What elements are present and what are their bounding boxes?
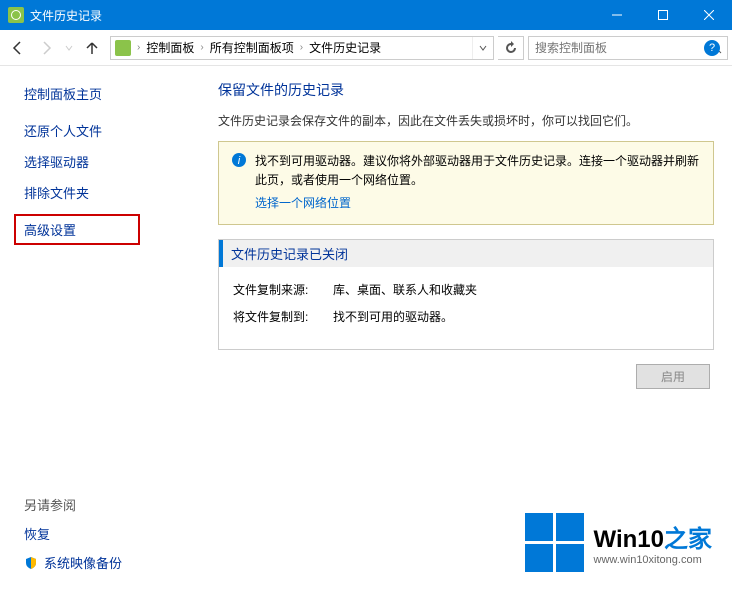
search-input[interactable] bbox=[529, 41, 703, 55]
minimize-button[interactable] bbox=[594, 0, 640, 30]
nav-forward-button[interactable] bbox=[32, 34, 60, 62]
status-box: 文件历史记录已关闭 文件复制来源: 库、桌面、联系人和收藏夹 将文件复制到: 找… bbox=[218, 239, 714, 350]
nav-recent-button[interactable] bbox=[60, 34, 78, 62]
breadcrumb-item[interactable]: 文件历史记录 bbox=[305, 39, 385, 56]
shield-icon bbox=[24, 556, 38, 570]
sidebar-item-exclude[interactable]: 排除文件夹 bbox=[24, 183, 190, 202]
sidebar-footer-recovery[interactable]: 恢复 bbox=[24, 524, 190, 543]
help-icon[interactable]: ? bbox=[704, 40, 720, 56]
control-panel-icon bbox=[115, 40, 131, 56]
sidebar-item-restore[interactable]: 还原个人文件 bbox=[24, 121, 190, 140]
status-label: 将文件复制到: bbox=[233, 308, 333, 325]
status-label: 文件复制来源: bbox=[233, 281, 333, 298]
sidebar-footer-image-backup[interactable]: 系统映像备份 bbox=[24, 553, 190, 572]
info-icon: i bbox=[231, 152, 247, 168]
close-button[interactable] bbox=[686, 0, 732, 30]
windows-logo-icon bbox=[525, 513, 584, 572]
info-message: 找不到可用驱动器。建议你将外部驱动器用于文件历史记录。连接一个驱动器并刷新此页，… bbox=[255, 154, 699, 187]
nav-up-button[interactable] bbox=[78, 34, 106, 62]
info-link[interactable]: 选择一个网络位置 bbox=[255, 194, 351, 213]
chevron-right-icon[interactable]: › bbox=[198, 42, 205, 53]
sidebar-footer-header: 另请参阅 bbox=[24, 495, 190, 514]
nav-back-button[interactable] bbox=[4, 34, 32, 62]
page-heading: 保留文件的历史记录 bbox=[218, 80, 714, 100]
chevron-right-icon[interactable]: › bbox=[298, 42, 305, 53]
watermark: Win10之家 www.win10xitong.com bbox=[525, 513, 712, 572]
breadcrumb-item[interactable]: 控制面板 bbox=[142, 39, 198, 56]
breadcrumb[interactable]: › 控制面板 › 所有控制面板项 › 文件历史记录 bbox=[110, 36, 494, 60]
refresh-button[interactable] bbox=[498, 36, 524, 60]
app-icon bbox=[8, 7, 24, 23]
maximize-button[interactable] bbox=[640, 0, 686, 30]
enable-button[interactable]: 启用 bbox=[636, 364, 710, 389]
info-box: i 找不到可用驱动器。建议你将外部驱动器用于文件历史记录。连接一个驱动器并刷新此… bbox=[218, 141, 714, 225]
watermark-url: www.win10xitong.com bbox=[594, 554, 712, 566]
status-row: 将文件复制到: 找不到可用的驱动器。 bbox=[233, 308, 699, 325]
status-row: 文件复制来源: 库、桌面、联系人和收藏夹 bbox=[233, 281, 699, 298]
window-title: 文件历史记录 bbox=[30, 7, 594, 24]
sidebar-item-select-drive[interactable]: 选择驱动器 bbox=[24, 152, 190, 171]
breadcrumb-dropdown[interactable] bbox=[472, 37, 493, 59]
status-value: 库、桌面、联系人和收藏夹 bbox=[333, 281, 477, 298]
chevron-right-icon[interactable]: › bbox=[135, 42, 142, 53]
sidebar-item-advanced[interactable]: 高级设置 bbox=[14, 214, 140, 245]
sidebar-home-link[interactable]: 控制面板主页 bbox=[24, 84, 190, 103]
status-title: 文件历史记录已关闭 bbox=[219, 240, 713, 267]
status-value: 找不到可用的驱动器。 bbox=[333, 308, 453, 325]
search-box[interactable] bbox=[528, 36, 728, 60]
breadcrumb-item[interactable]: 所有控制面板项 bbox=[206, 39, 298, 56]
page-description: 文件历史记录会保存文件的副本，因此在文件丢失或损坏时，你可以找回它们。 bbox=[218, 112, 714, 129]
